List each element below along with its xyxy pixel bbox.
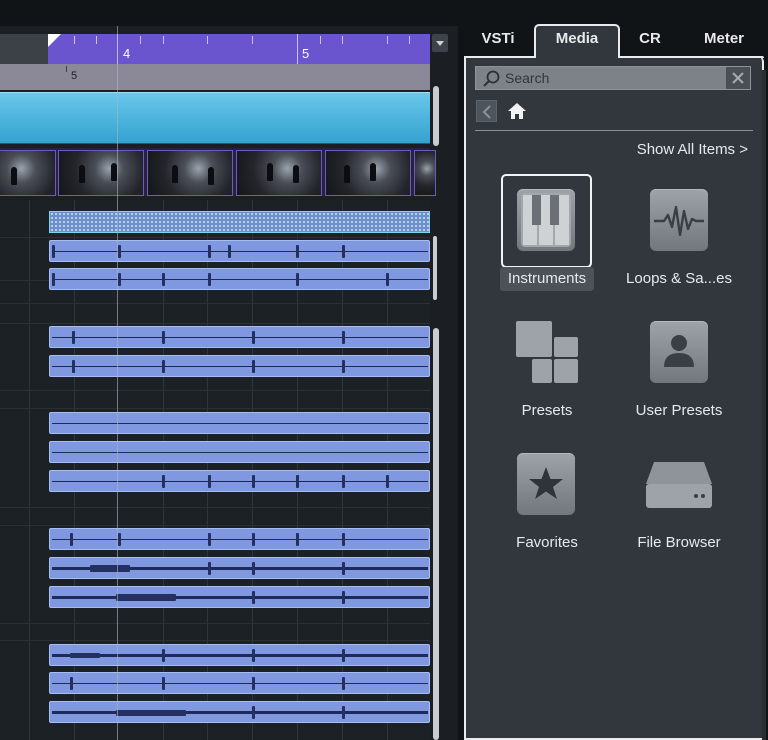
tab-media[interactable]: Media: [534, 24, 620, 58]
home-icon: [508, 103, 526, 119]
favorites-label: Favorites: [516, 534, 578, 551]
close-icon: [732, 72, 744, 84]
zoom-slider[interactable]: [433, 236, 437, 300]
tab-media-label: Media: [555, 30, 599, 47]
home-button[interactable]: [506, 101, 528, 121]
secondary-ruler-label: 5: [71, 70, 78, 82]
loops-samples-label: Loops & Sa...es: [626, 270, 732, 287]
chevron-left-icon: [482, 105, 491, 119]
audio-event[interactable]: [49, 528, 430, 550]
ruler-bar-4: 4: [123, 46, 131, 61]
video-track-event[interactable]: [0, 92, 430, 144]
file-browser-label: File Browser: [637, 534, 721, 551]
user-presets-label: User Presets: [635, 402, 723, 419]
tab-meter[interactable]: Meter: [690, 26, 758, 56]
user-icon[interactable]: [650, 321, 708, 383]
video-thumbnail: [58, 150, 144, 196]
audio-event[interactable]: [49, 441, 430, 463]
video-thumbnail: [0, 150, 56, 196]
media-panel: [464, 56, 764, 740]
ruler-left-zone: [0, 34, 48, 64]
drive-icon[interactable]: [644, 460, 714, 510]
audio-event[interactable]: [49, 701, 430, 723]
audio-event[interactable]: [49, 644, 430, 666]
clear-search-button[interactable]: [726, 67, 750, 89]
vertical-scrollbar[interactable]: [433, 328, 439, 740]
vertical-scrollbar-top[interactable]: [433, 86, 439, 146]
instruments-label: Instruments: [507, 270, 587, 287]
preset-squares-icon[interactable]: [516, 321, 578, 385]
audio-event[interactable]: [49, 240, 430, 262]
secondary-ruler[interactable]: 5: [0, 64, 430, 90]
chevron-down-icon: [436, 41, 444, 46]
project-arrange-area[interactable]: 4 5 5: [0, 0, 458, 740]
search-icon: [483, 70, 500, 87]
audio-event[interactable]: [49, 355, 430, 377]
separator: [475, 130, 753, 131]
video-thumbnail: [325, 150, 411, 196]
video-thumbnails[interactable]: [0, 148, 436, 196]
piano-keys-icon[interactable]: [517, 189, 575, 251]
waveform-icon[interactable]: [650, 189, 708, 251]
search-placeholder: Search: [505, 70, 550, 86]
video-thumbnail: [147, 150, 233, 196]
video-thumbnail: [414, 150, 436, 196]
star-icon[interactable]: [517, 453, 575, 515]
audio-event[interactable]: [49, 557, 430, 579]
tab-vsti[interactable]: VSTi: [468, 26, 528, 56]
automation-event[interactable]: [49, 211, 430, 233]
show-all-items-link[interactable]: Show All Items >: [580, 141, 748, 158]
back-button[interactable]: [476, 100, 497, 122]
audio-event[interactable]: [49, 672, 430, 694]
audio-event[interactable]: [49, 586, 430, 608]
search-input[interactable]: Search: [475, 66, 751, 90]
audio-event[interactable]: [49, 268, 430, 290]
audio-event[interactable]: [49, 412, 430, 434]
audio-event[interactable]: [49, 470, 430, 492]
tab-cr[interactable]: CR: [624, 26, 676, 56]
playhead-cursor[interactable]: [117, 26, 118, 740]
top-strip: [0, 0, 458, 26]
video-thumbnail: [236, 150, 322, 196]
cycle-marker-icon[interactable]: [48, 34, 62, 48]
ruler-menu-button[interactable]: [432, 34, 448, 52]
presets-label: Presets: [521, 402, 573, 419]
bar-ruler[interactable]: 4 5: [0, 34, 430, 64]
panel-scrollbar[interactable]: [762, 70, 766, 740]
panel-border: [464, 56, 536, 58]
panel-border: [618, 56, 764, 58]
audio-event[interactable]: [49, 326, 430, 348]
ruler-bar-5: 5: [302, 46, 310, 61]
